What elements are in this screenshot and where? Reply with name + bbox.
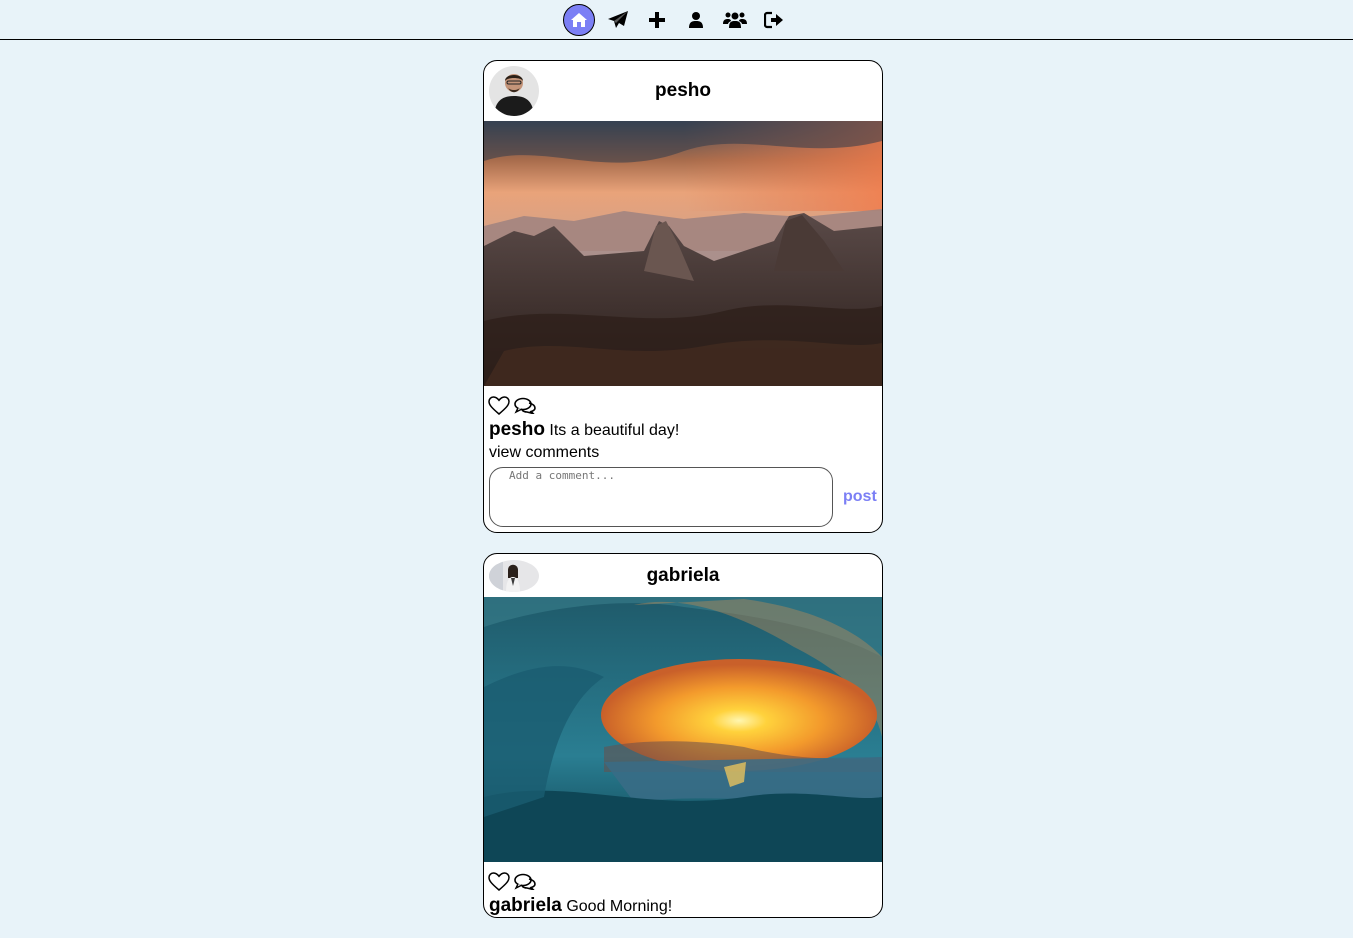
heart-icon[interactable] bbox=[488, 395, 510, 415]
nav-home-button[interactable] bbox=[560, 3, 599, 37]
post-card: pesho pesho Its a beautiful day! view co… bbox=[483, 60, 883, 533]
caption-username[interactable]: pesho bbox=[489, 419, 545, 440]
caption-text: Its a beautiful day! bbox=[549, 422, 680, 439]
post-image bbox=[484, 597, 882, 862]
nav-create-button[interactable] bbox=[638, 3, 677, 37]
feed: pesho pesho Its a beautiful day! view co… bbox=[483, 60, 883, 938]
post-caption: gabriela Good Morning! bbox=[484, 891, 882, 917]
comment-form: post bbox=[484, 462, 882, 532]
post-caption: pesho Its a beautiful day! bbox=[484, 415, 882, 441]
post-author-name[interactable]: pesho bbox=[484, 80, 882, 102]
post-comment-button[interactable]: post bbox=[843, 488, 877, 506]
caption-username[interactable]: gabriela bbox=[489, 895, 562, 916]
comments-icon[interactable] bbox=[514, 397, 536, 414]
post-header: gabriela bbox=[484, 554, 882, 597]
post-actions bbox=[484, 862, 882, 891]
top-navigation bbox=[0, 0, 1353, 40]
nav-friends-button[interactable] bbox=[716, 3, 755, 37]
nav-send-button[interactable] bbox=[599, 3, 638, 37]
nav-logout-button[interactable] bbox=[755, 3, 794, 37]
post-actions bbox=[484, 386, 882, 415]
logout-icon bbox=[764, 11, 783, 28]
post-card: gabriela gabriela Good Morning! bbox=[483, 553, 883, 918]
plus-icon bbox=[649, 11, 665, 28]
caption-text: Good Morning! bbox=[566, 898, 673, 915]
home-icon bbox=[563, 3, 595, 36]
comment-input[interactable] bbox=[489, 467, 833, 527]
comments-icon[interactable] bbox=[514, 873, 536, 890]
post-header: pesho bbox=[484, 61, 882, 121]
heart-icon[interactable] bbox=[488, 871, 510, 891]
nav-profile-button[interactable] bbox=[677, 3, 716, 37]
post-author-name[interactable]: gabriela bbox=[484, 565, 882, 587]
send-icon bbox=[608, 10, 628, 28]
users-icon bbox=[723, 12, 747, 28]
post-image bbox=[484, 121, 882, 386]
user-icon bbox=[689, 11, 703, 28]
view-comments-link[interactable]: view comments bbox=[484, 441, 882, 462]
